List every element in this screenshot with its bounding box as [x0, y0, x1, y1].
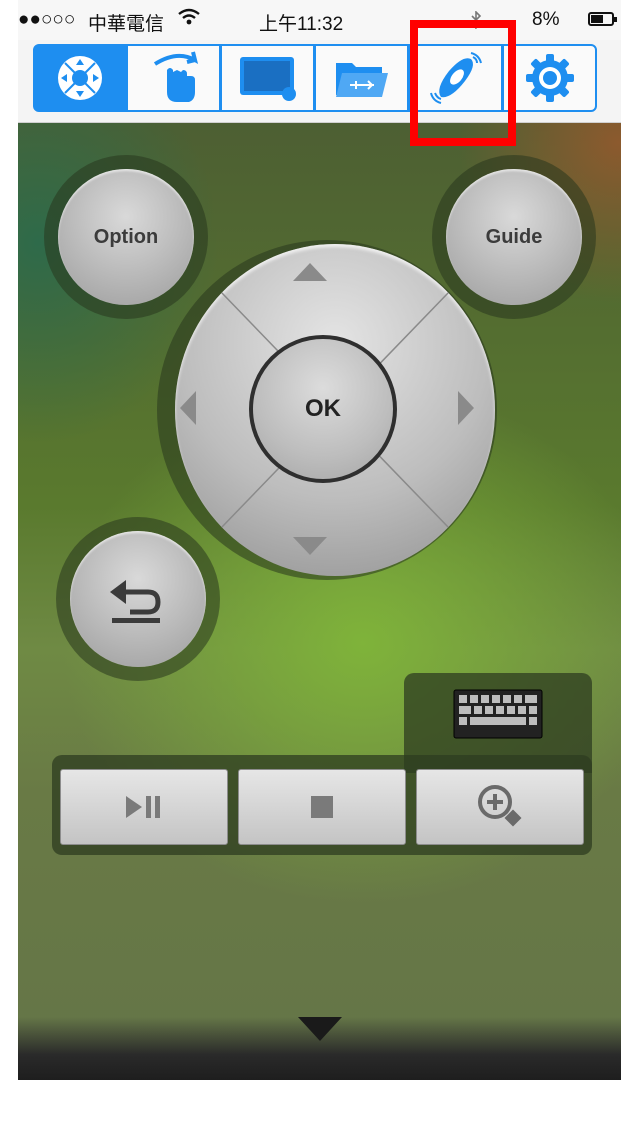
ok-button[interactable]: OK [249, 335, 397, 483]
settings-tab[interactable] [503, 44, 597, 112]
touchpad-tab[interactable] [127, 44, 221, 112]
screen-tab[interactable] [221, 44, 315, 112]
zoom-in-icon [478, 785, 522, 827]
monitor-icon [239, 57, 296, 101]
play-pause-button[interactable] [60, 769, 228, 845]
stop-icon [311, 796, 333, 818]
play-pause-icon [126, 796, 160, 818]
remote-tab[interactable] [33, 44, 127, 112]
keyboard-icon [453, 689, 543, 739]
hand-swipe-icon [153, 51, 198, 102]
status-bar: ●●○○○ 中華電信 上午11:32 8% [18, 0, 621, 40]
back-button[interactable] [70, 531, 206, 667]
carrier-name: 中華電信 [88, 14, 165, 35]
remote-panel: Option Guide OK [18, 123, 621, 1080]
clock: 上午11:32 [259, 14, 344, 35]
zoom-button[interactable] [416, 769, 584, 845]
dpad-icon [57, 56, 102, 100]
battery-icon [588, 12, 617, 26]
wifi-icon [178, 8, 200, 32]
bottom-bar [18, 1017, 621, 1080]
dpad-left-button[interactable] [178, 343, 238, 473]
app-screen: ●●○○○ 中華電信 上午11:32 8% Option Guide OK [18, 0, 621, 1080]
dpad-down-button[interactable] [165, 523, 455, 573]
usb-folder-icon [335, 63, 388, 97]
signal-strength: ●●○○○ [18, 9, 76, 30]
highlight-box [410, 20, 516, 146]
gear-icon [525, 54, 574, 102]
media-folder-tab[interactable] [315, 44, 409, 112]
battery-percent: 8% [532, 9, 560, 30]
return-arrow-icon [110, 580, 161, 623]
triangle-down-icon[interactable] [298, 1017, 342, 1043]
dpad-up-button[interactable] [165, 259, 455, 329]
mode-toolbar [18, 40, 621, 123]
stop-button[interactable] [238, 769, 406, 845]
media-controls [52, 755, 592, 855]
dpad-right-button[interactable] [418, 343, 478, 473]
